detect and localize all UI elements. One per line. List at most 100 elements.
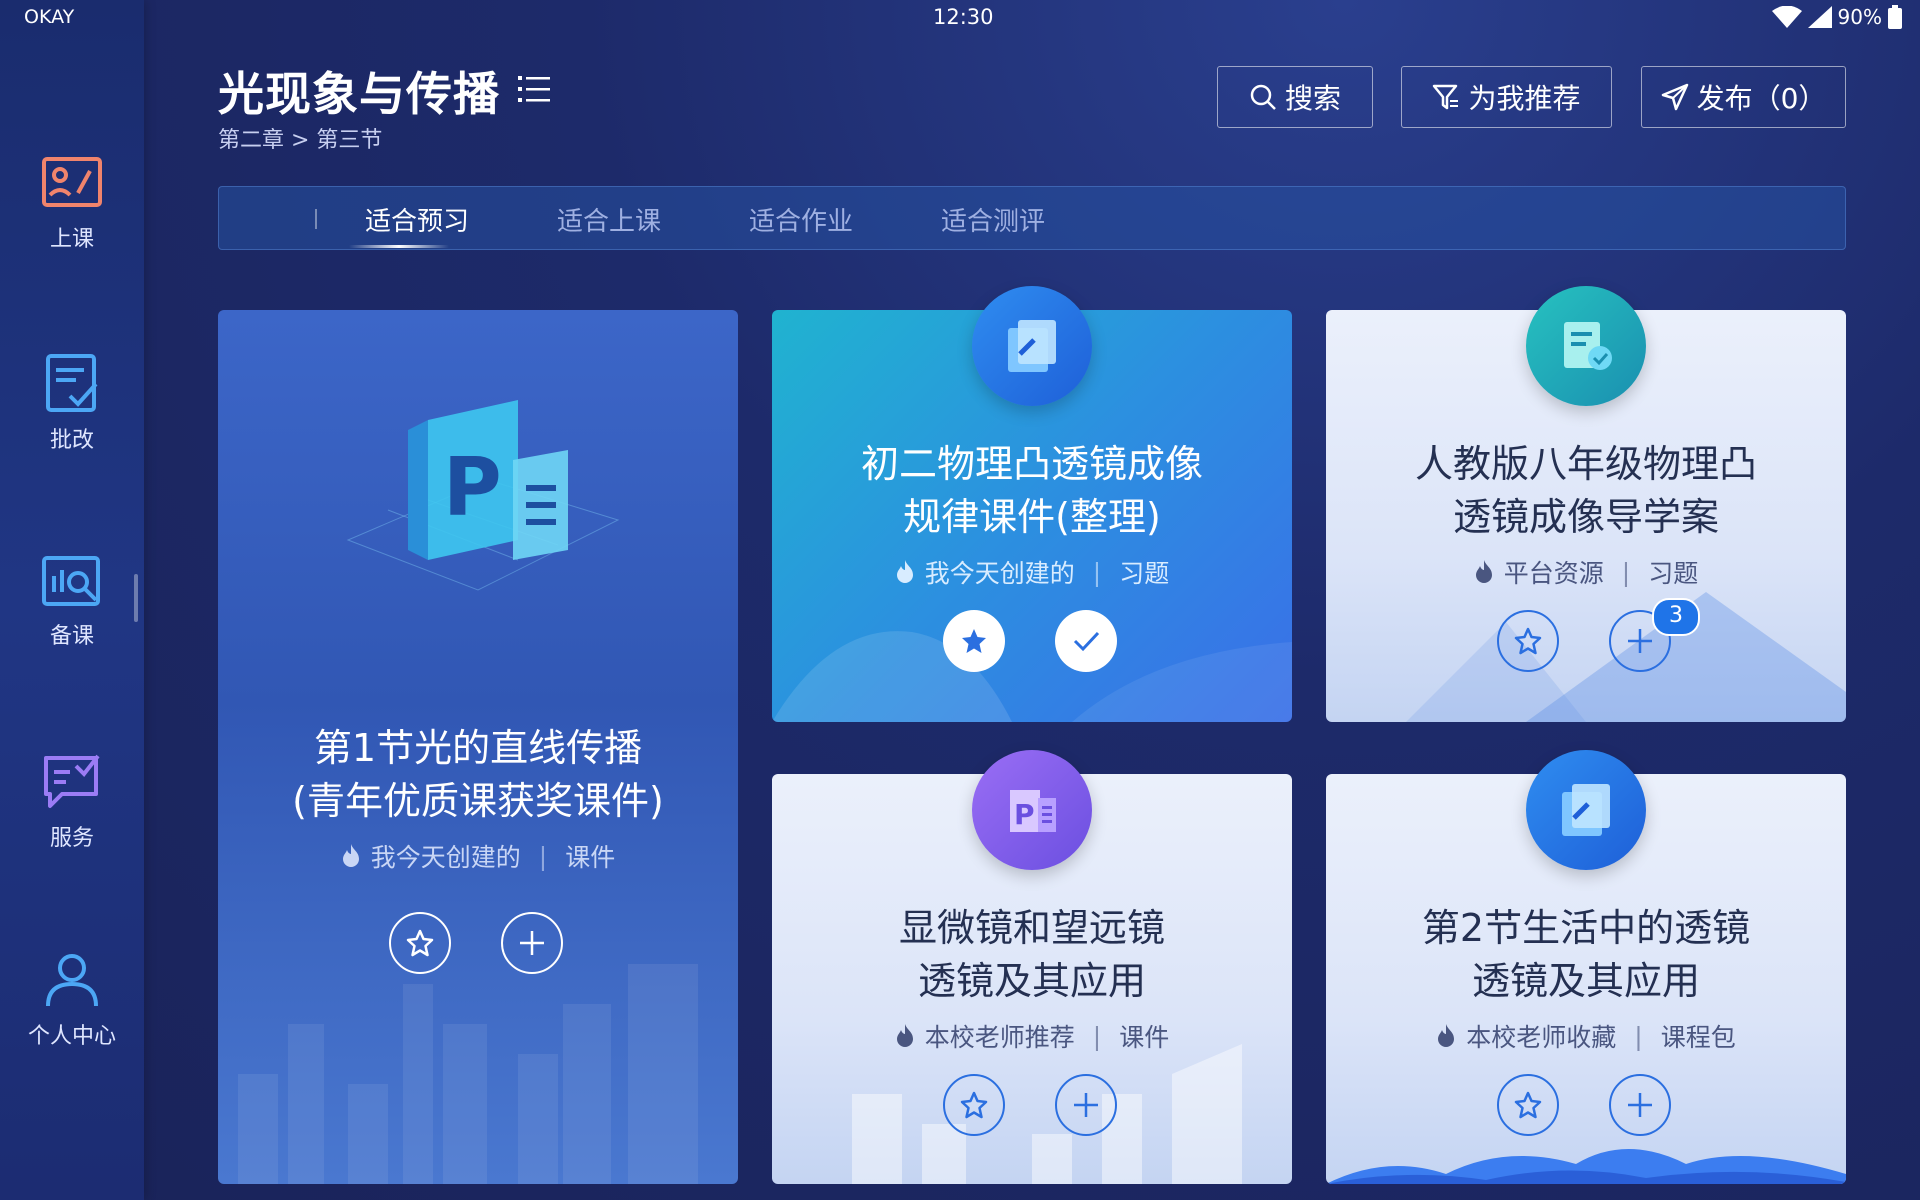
battery-icon [1888, 5, 1902, 29]
added-button[interactable] [1055, 610, 1117, 672]
sidebar-item-label: 批改 [49, 428, 94, 453]
exercise-icon [972, 286, 1092, 406]
wifi-icon [1771, 6, 1802, 28]
signal-icon [1807, 6, 1832, 28]
search-button[interactable]: 搜索 [1217, 66, 1373, 128]
ppt-icon: P [972, 750, 1092, 870]
favorite-button[interactable] [943, 1074, 1005, 1136]
added-count-badge: 3 [1652, 598, 1700, 636]
flame-icon [1438, 1024, 1455, 1047]
ppt-document-icon: P [346, 400, 620, 591]
carrier-label: OKAY [24, 6, 75, 28]
plus-icon [1628, 1093, 1652, 1117]
card-title-line: 第1节光的直线传播 [313, 726, 643, 770]
active-tab-indicator [349, 245, 449, 248]
check-icon [1073, 631, 1100, 652]
battery-level: 90% [1837, 5, 1882, 29]
sidebar-drag-handle[interactable] [134, 574, 138, 622]
publish-button[interactable]: 发布（0） [1641, 66, 1846, 128]
card-type: 课程包 [1660, 1023, 1736, 1052]
tab-bar: 适合预习 适合上课 适合作业 适合测评 [218, 186, 1846, 250]
card-title: 第1节光的直线传播 (青年优质课获奖课件) [218, 722, 738, 828]
waves-decoration [1326, 1149, 1846, 1184]
card-meta: 本校老师收藏 | 课程包 [1326, 1018, 1846, 1054]
flame-icon [896, 1024, 913, 1047]
sidebar-item-label: 上课 [49, 227, 94, 252]
star-icon [960, 1091, 988, 1119]
favorite-button[interactable] [1497, 610, 1559, 672]
breadcrumb[interactable]: 第二章 > 第三节 [218, 122, 382, 154]
tab-homework[interactable]: 适合作业 [749, 201, 853, 238]
card-title: 人教版八年级物理凸 透镜成像导学案 [1326, 438, 1846, 544]
card-title: 初二物理凸透镜成像 规律课件(整理) [772, 438, 1292, 544]
sidebar-item-class[interactable]: 上课 [0, 155, 144, 253]
user-icon [46, 954, 98, 1007]
add-button[interactable] [501, 912, 563, 974]
sidebar-item-service[interactable]: 服务 [0, 752, 144, 852]
send-icon [1661, 83, 1688, 111]
add-button[interactable] [1609, 1074, 1671, 1136]
svg-text:P: P [1014, 798, 1035, 831]
study-guide-icon [1526, 286, 1646, 406]
sidebar-item-profile[interactable]: 个人中心 [0, 950, 144, 1050]
card-title-line: 人教版八年级物理凸 [1414, 442, 1757, 486]
recommend-button[interactable]: 为我推荐 [1401, 66, 1612, 128]
course-package-icon [1526, 750, 1646, 870]
card-type: 习题 [1648, 559, 1699, 588]
plus-icon [1628, 629, 1652, 653]
card-type: 课件 [1119, 1023, 1170, 1052]
card-source: 我今天创建的 [370, 843, 521, 872]
card-title-line: (青年优质课获奖课件) [292, 779, 664, 823]
status-indicators: 90% [1771, 5, 1902, 29]
search-button-label: 搜索 [1284, 82, 1341, 115]
svg-text:P: P [443, 441, 502, 534]
search-icon [1250, 84, 1276, 110]
sidebar-item-label: 个人中心 [27, 1024, 116, 1049]
classroom-icon [42, 157, 102, 207]
card-meta: 平台资源 | 习题 [1326, 554, 1846, 590]
star-icon [1514, 1091, 1542, 1119]
lesson-prep-icon [42, 556, 100, 606]
favorite-button[interactable] [389, 912, 451, 974]
city-skyline-decoration [238, 964, 698, 1184]
chapter-list-icon[interactable] [518, 72, 552, 106]
card-title-line: 第2节生活中的透镜 [1421, 906, 1751, 950]
sidebar-item-prepare[interactable]: 备课 [0, 554, 144, 650]
meta-separator: | [1634, 1021, 1643, 1051]
tab-in-class[interactable]: 适合上课 [557, 201, 661, 238]
recommend-button-label: 为我推荐 [1468, 82, 1581, 115]
tab-divider [315, 209, 317, 229]
city-skyline-decoration [852, 1044, 1242, 1184]
plus-icon [520, 931, 544, 955]
card-meta: 我今天创建的 | 习题 [772, 554, 1292, 590]
card-type: 习题 [1119, 559, 1170, 588]
page-title: 光现象与传播 [218, 67, 500, 121]
add-button[interactable] [1055, 1074, 1117, 1136]
plus-icon [1074, 1093, 1098, 1117]
flame-icon [896, 560, 913, 583]
meta-separator: | [1092, 1021, 1102, 1051]
favorite-button[interactable] [943, 610, 1005, 672]
tab-preview[interactable]: 适合预习 [365, 201, 469, 238]
sidebar-item-label: 服务 [49, 826, 94, 851]
card-title-line: 透镜成像导学案 [1452, 495, 1719, 539]
resource-card[interactable]: P 第1节光的直线传播 (青年优质课获奖课件) 我今天创建的 | 课件 [218, 310, 738, 1184]
publish-button-label: 发布（0） [1696, 82, 1827, 115]
service-icon [44, 754, 100, 808]
tab-assessment[interactable]: 适合测评 [941, 201, 1045, 238]
star-icon [1514, 627, 1542, 655]
card-source: 本校老师收藏 [1466, 1023, 1617, 1052]
favorite-button[interactable] [1497, 1074, 1559, 1136]
filter-icon [1433, 84, 1459, 110]
card-title-line: 透镜及其应用 [1471, 959, 1700, 1003]
card-meta: 本校老师推荐 | 课件 [772, 1018, 1292, 1054]
card-title-line: 初二物理凸透镜成像 [860, 442, 1203, 486]
clock: 12:30 [933, 5, 994, 29]
flame-icon [1475, 560, 1492, 583]
meta-separator: | [538, 841, 548, 871]
star-icon [406, 929, 434, 957]
sidebar-item-label: 备课 [49, 624, 94, 649]
sidebar-item-correct[interactable]: 批改 [0, 352, 144, 454]
grading-icon [46, 354, 98, 412]
meta-separator: | [1092, 557, 1102, 587]
